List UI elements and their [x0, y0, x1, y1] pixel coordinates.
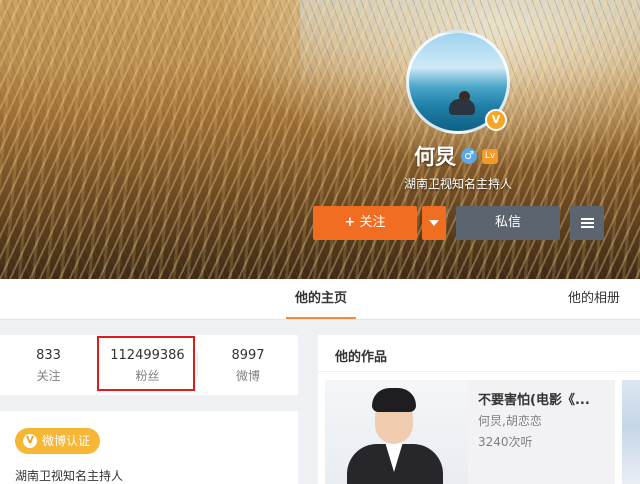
next-work-thumbnail[interactable] [622, 380, 640, 484]
male-icon: ♂ [461, 148, 477, 164]
verified-v-icon: V [23, 434, 37, 448]
verification-text: 湖南卫视知名主持人 [15, 469, 124, 483]
stat-posts[interactable]: 8997 微博 [198, 335, 298, 395]
works-divider [318, 371, 640, 372]
stat-following[interactable]: 833 关注 [0, 335, 97, 395]
level-badge-icon[interactable]: Lv [482, 148, 498, 164]
verification-badge[interactable]: V 微博认证 [15, 428, 101, 454]
verification-card: V 微博认证 湖南卫视知名主持人 [0, 411, 298, 484]
verification-badge-label: 微博认证 [42, 434, 91, 448]
profile-description: 湖南卫视知名主持人 [404, 177, 513, 191]
profile-name-row: 何炅 ♂ Lv [414, 142, 498, 170]
plus-icon: + [344, 215, 356, 230]
chevron-down-icon [429, 219, 439, 226]
followers-highlight-box [97, 336, 195, 391]
work-cast: 何炅,胡恋恋 [478, 414, 542, 428]
follow-dropdown-button[interactable] [422, 206, 446, 240]
stat-posts-count: 8997 [231, 348, 265, 363]
stat-following-label: 关注 [36, 369, 61, 383]
stat-following-count: 833 [36, 348, 61, 363]
profile-tab-bar: 他的主页 他的相册 [0, 279, 640, 320]
profile-name: 何炅 [414, 145, 456, 169]
follow-button-label: 关注 [359, 215, 386, 230]
avatar-figure-body [449, 99, 475, 115]
poster-hair [372, 388, 416, 412]
stat-posts-label: 微博 [235, 369, 260, 383]
work-item[interactable]: 不要害怕(电影《... 何炅,胡恋恋 3240次听 [325, 380, 615, 484]
works-card: 他的作品 不要害怕(电影《... 何炅,胡恋恋 3240次听 [318, 335, 640, 484]
work-play-count: 3240次听 [478, 435, 533, 449]
menu-icon [580, 217, 594, 228]
work-title[interactable]: 不要害怕(电影《... [478, 389, 603, 408]
follow-button[interactable]: + 关注 [313, 206, 417, 240]
tab-album[interactable]: 他的相册 [568, 279, 620, 319]
works-title: 他的作品 [335, 350, 388, 365]
work-poster-image[interactable] [325, 380, 468, 484]
verified-v-icon: V [485, 109, 507, 131]
more-menu-button[interactable] [570, 206, 604, 240]
tab-home[interactable]: 他的主页 [286, 279, 356, 319]
message-button[interactable]: 私信 [456, 206, 560, 240]
